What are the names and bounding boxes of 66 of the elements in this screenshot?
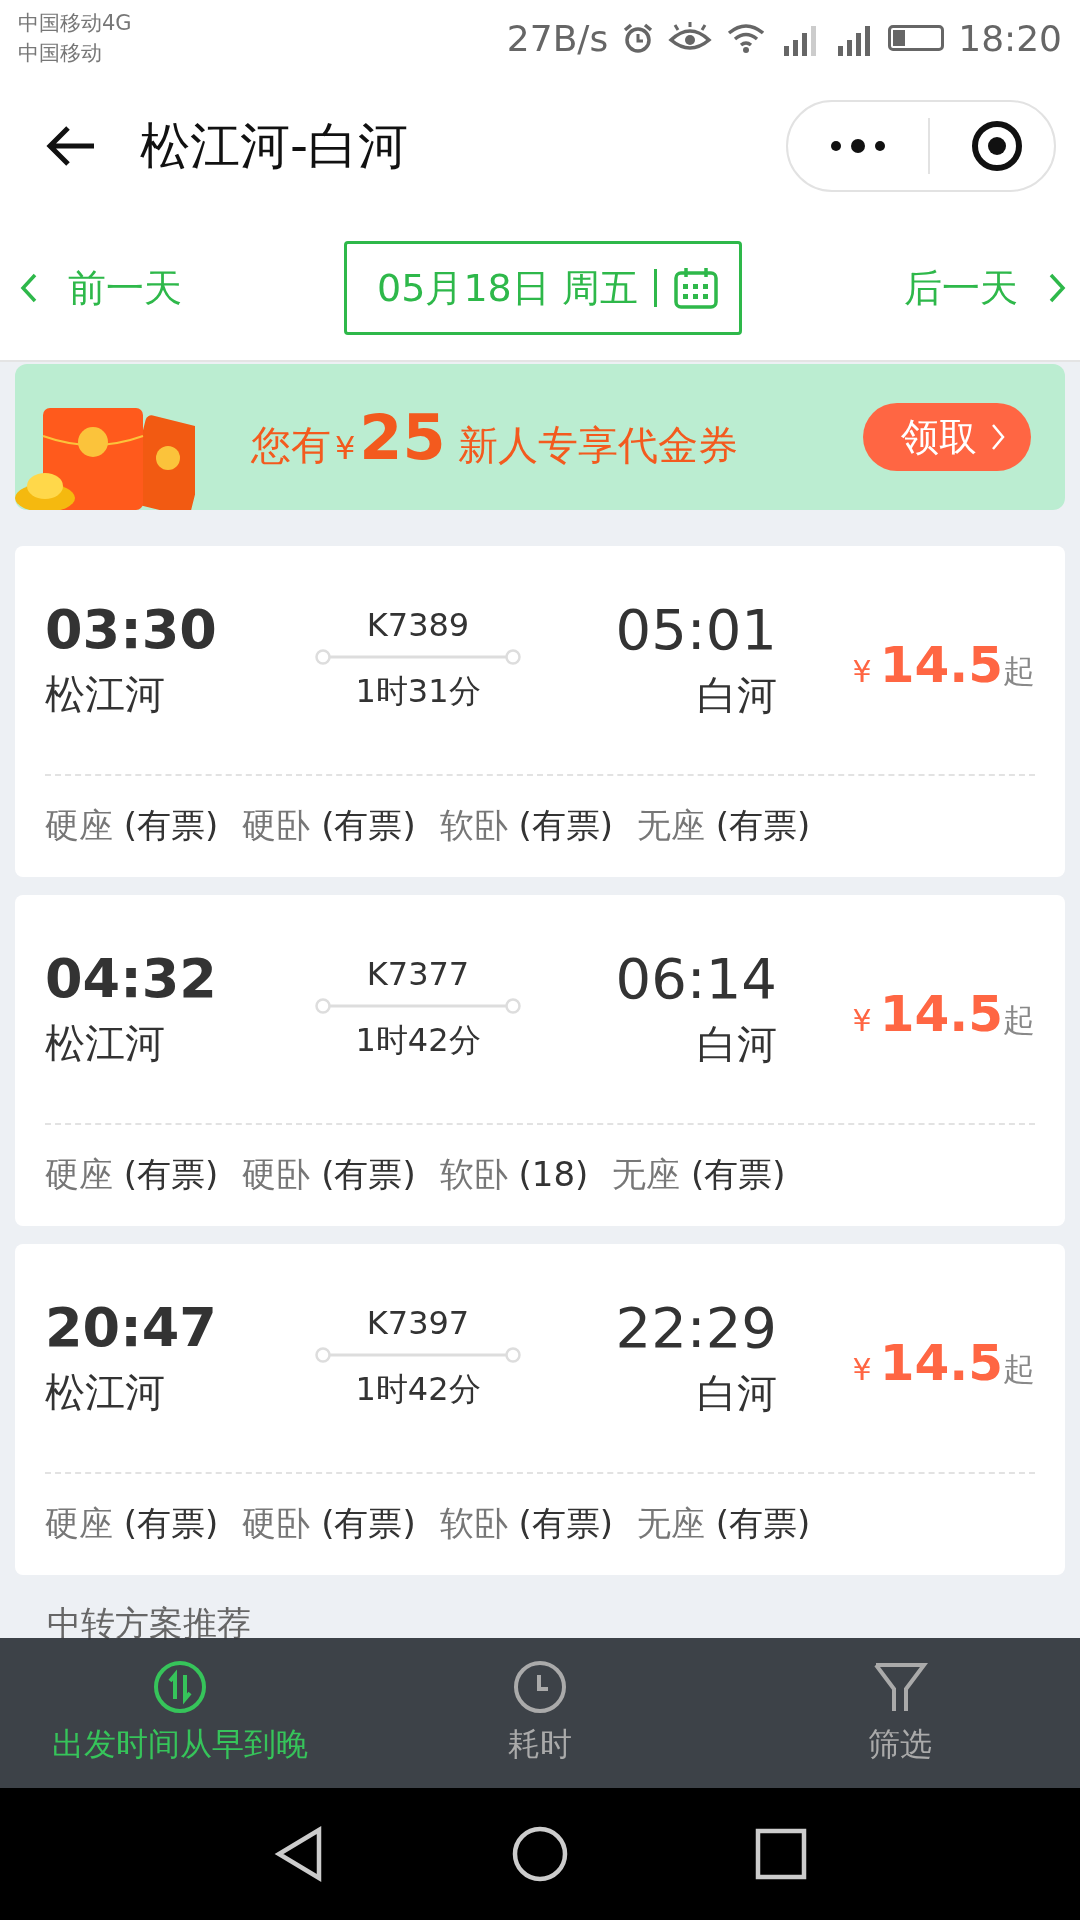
train-number: K7397 bbox=[366, 1304, 470, 1342]
route-line-icon bbox=[315, 1346, 521, 1364]
carrier-name: 中国移动 bbox=[18, 40, 103, 67]
trip-duration: 1时31分 bbox=[355, 671, 481, 712]
claim-button[interactable]: 领取 bbox=[863, 403, 1031, 471]
clock-icon bbox=[512, 1659, 568, 1715]
train-card[interactable]: 04:32 松江河 K7377 1时42分 06:14 白河 ¥ 14.5起 硬座 (有票) 硬卧 (有票) 软卧 (18) 无座 (有票) bbox=[15, 895, 1065, 1226]
coupon-text: 您有¥25 新人专享代金券 bbox=[251, 400, 739, 474]
battery-icon bbox=[888, 25, 945, 51]
seat-availability: 无座 (有票) bbox=[637, 804, 811, 847]
arrival-station: 白河 bbox=[697, 1020, 777, 1069]
calendar-icon bbox=[672, 266, 719, 310]
departure-time: 20:47 bbox=[45, 1296, 218, 1359]
seat-availability: 无座 (有票) bbox=[612, 1153, 786, 1196]
ticket-price: ¥ 14.5起 bbox=[852, 985, 1035, 1043]
seat-availability: 硬卧 (有票) bbox=[242, 1153, 416, 1196]
home-circle-icon[interactable] bbox=[512, 1826, 568, 1882]
arrival-time: 05:01 bbox=[615, 597, 777, 662]
seat-availability: 软卧 (18) bbox=[439, 1153, 589, 1196]
seat-availability: 软卧 (有票) bbox=[439, 804, 614, 847]
next-day-link[interactable]: 后一天 bbox=[904, 262, 1066, 314]
departure-station: 松江河 bbox=[45, 1368, 166, 1417]
close-target-icon[interactable] bbox=[970, 119, 1024, 173]
seat-availability: 软卧 (有票) bbox=[439, 1502, 614, 1545]
departure-station: 松江河 bbox=[45, 670, 166, 719]
departure-time: 04:32 bbox=[45, 947, 218, 1010]
sort-tab[interactable]: 耗时 bbox=[360, 1638, 720, 1788]
seat-availability: 无座 (有票) bbox=[637, 1502, 811, 1545]
ticket-price: ¥ 14.5起 bbox=[852, 636, 1035, 694]
more-icon[interactable] bbox=[828, 136, 888, 156]
seat-availability: 硬座 (有票) bbox=[45, 804, 219, 847]
trip-duration: 1时42分 bbox=[355, 1020, 481, 1061]
network-speed: 27B/s bbox=[506, 17, 609, 59]
previous-day-link[interactable]: 前一天 bbox=[20, 262, 182, 314]
seat-availability: 硬卧 (有票) bbox=[242, 1502, 416, 1545]
train-card[interactable]: 03:30 松江河 K7389 1时31分 05:01 白河 ¥ 14.5起 硬座 (有票) 硬卧 (有票) 软卧 (有票) 无座 (有票) bbox=[15, 546, 1065, 877]
route-line-icon bbox=[315, 997, 521, 1015]
seat-availability: 硬座 (有票) bbox=[45, 1502, 219, 1545]
departure-station: 松江河 bbox=[45, 1019, 166, 1068]
back-arrow-icon[interactable] bbox=[44, 124, 96, 168]
chevron-right-icon bbox=[991, 423, 1005, 451]
wifi-icon bbox=[726, 22, 767, 54]
arrival-station: 白河 bbox=[697, 1369, 777, 1418]
page-title: 松江河-白河 bbox=[140, 115, 410, 177]
arrival-time: 22:29 bbox=[615, 1295, 777, 1360]
train-number: K7377 bbox=[366, 955, 470, 993]
alarm-icon bbox=[622, 22, 655, 54]
chevron-right-icon bbox=[1048, 273, 1066, 303]
seat-availability: 硬卧 (有票) bbox=[242, 804, 416, 847]
sort-tab[interactable]: 筛选 bbox=[720, 1638, 1080, 1788]
ticket-price: ¥ 14.5起 bbox=[852, 1334, 1035, 1392]
clock-time: 18:20 bbox=[958, 17, 1062, 59]
recents-square-icon[interactable] bbox=[754, 1828, 807, 1880]
departure-time: 03:30 bbox=[45, 598, 218, 661]
seat-availability: 硬座 (有票) bbox=[45, 1153, 219, 1196]
arrival-station: 白河 bbox=[697, 671, 777, 720]
carrier-name: 中国移动4G bbox=[18, 10, 132, 37]
train-card[interactable]: 20:47 松江河 K7397 1时42分 22:29 白河 ¥ 14.5起 硬座 (有票) 硬卧 (有票) 软卧 (有票) 无座 (有票) bbox=[15, 1244, 1065, 1575]
coupon-banner[interactable]: 您有¥25 新人专享代金券 领取 bbox=[15, 364, 1065, 510]
arrival-time: 06:14 bbox=[615, 946, 777, 1011]
route-line-icon bbox=[315, 648, 521, 666]
train-number: K7389 bbox=[366, 606, 470, 644]
date-picker[interactable]: 05月18日 周五 bbox=[344, 241, 742, 335]
sort-arrows-icon bbox=[152, 1659, 208, 1715]
chevron-left-icon bbox=[20, 273, 38, 303]
trip-duration: 1时42分 bbox=[355, 1369, 481, 1410]
